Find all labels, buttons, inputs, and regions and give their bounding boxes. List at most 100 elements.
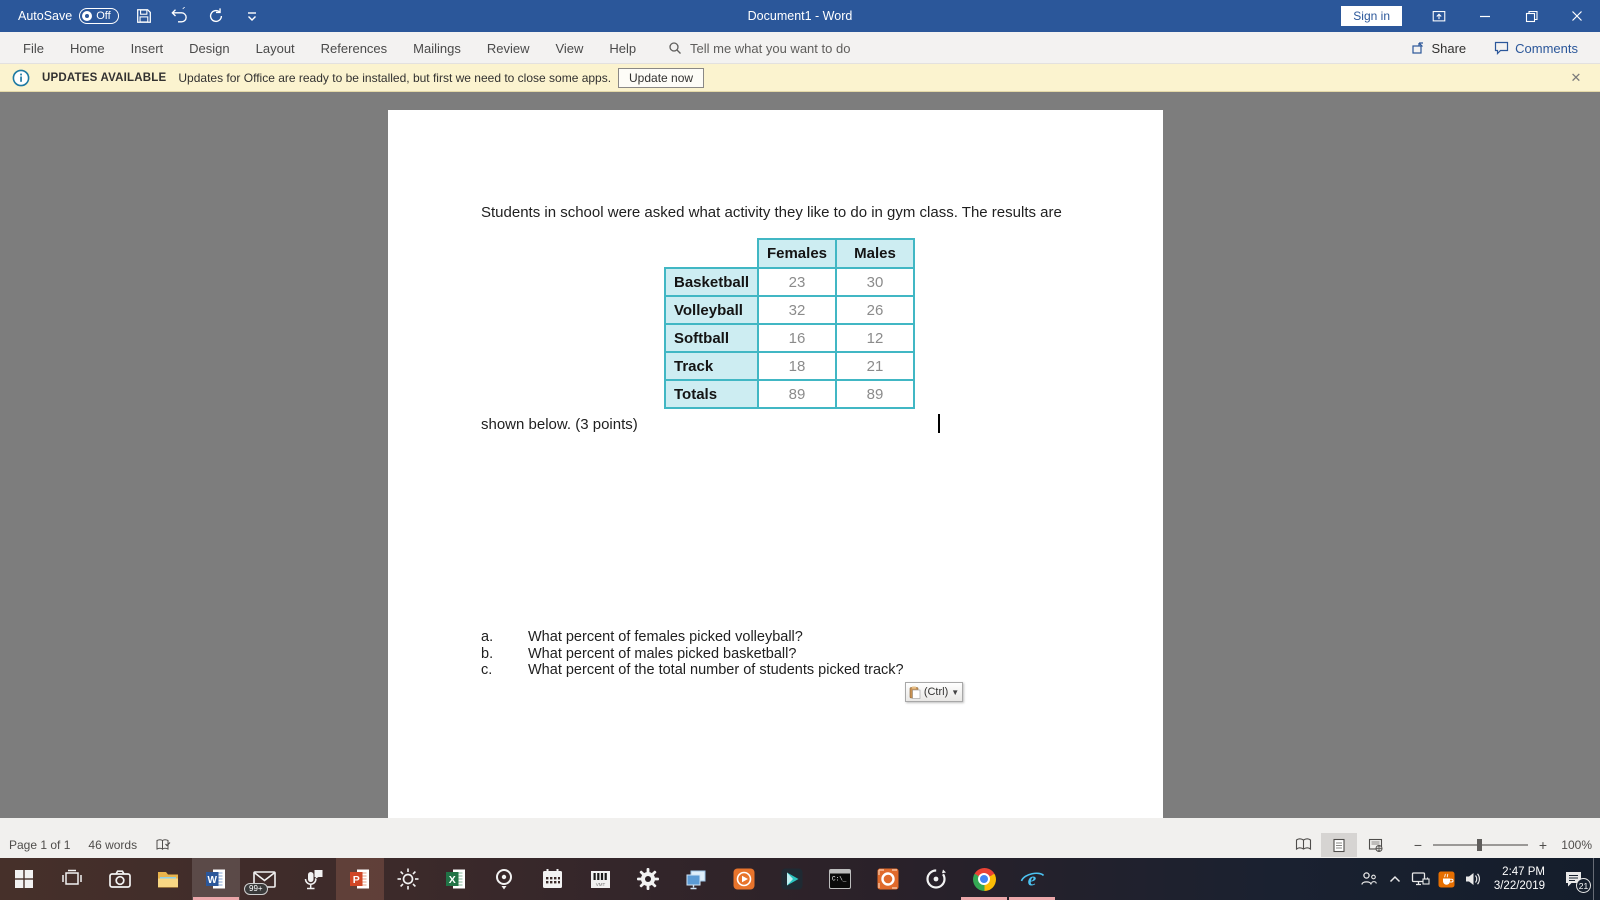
cell-value[interactable]: 89 (835, 379, 915, 409)
question-text[interactable]: What percent of males picked basketball? (528, 646, 796, 662)
results-table[interactable]: Females Males Basketball 23 30 Volleybal… (664, 238, 915, 409)
row-label-softball[interactable]: Softball (664, 323, 759, 353)
tab-mailings[interactable]: Mailings (400, 32, 474, 64)
tell-me-search[interactable]: Tell me what you want to do (668, 32, 850, 64)
taskbar-mail-button[interactable]: 99+ (240, 858, 288, 900)
taskbar-vmt-button[interactable]: VMT (576, 858, 624, 900)
taskbar-command-prompt-button[interactable]: C:\_ (816, 858, 864, 900)
cell-value[interactable]: 21 (835, 351, 915, 381)
tab-view[interactable]: View (542, 32, 596, 64)
cell-value[interactable]: 12 (835, 323, 915, 353)
paste-options-button[interactable]: (Ctrl) ▼ (905, 682, 963, 702)
question-text[interactable]: What percent of the total number of stud… (528, 662, 904, 678)
cell-value[interactable]: 16 (757, 323, 837, 353)
notification-close-icon[interactable]: ✕ (1562, 64, 1590, 92)
taskbar-screen-recorder-button[interactable] (864, 858, 912, 900)
taskbar-powerpoint-button[interactable]: P (336, 858, 384, 900)
questions-list[interactable]: a. What percent of females picked volley… (481, 629, 904, 679)
redo-button[interactable] (205, 4, 227, 28)
tray-clock[interactable]: 2:47 PM 3/22/2019 (1486, 865, 1553, 893)
taskbar-start-button[interactable] (0, 858, 48, 900)
row-label-volleyball[interactable]: Volleyball (664, 295, 759, 325)
question-letter[interactable]: a. (481, 629, 528, 645)
taskbar-settings-button[interactable] (624, 858, 672, 900)
tray-action-center-button[interactable]: 21 (1553, 858, 1593, 900)
taskbar-excel-button[interactable]: X (432, 858, 480, 900)
comments-button[interactable]: Comments (1482, 37, 1590, 60)
print-layout-button[interactable] (1321, 833, 1357, 857)
question-letter[interactable]: c. (481, 662, 528, 678)
zoom-slider[interactable] (1433, 839, 1528, 851)
taskbar-internet-explorer-button[interactable]: e (1008, 858, 1056, 900)
taskbar-remote-desktop-button[interactable] (672, 858, 720, 900)
undo-button[interactable] (169, 4, 191, 28)
cell-value[interactable]: 30 (835, 267, 915, 297)
taskbar-record-dial-button[interactable] (912, 858, 960, 900)
taskbar-weather-button[interactable] (384, 858, 432, 900)
row-label-basketball[interactable]: Basketball (664, 267, 759, 297)
tray-volume-button[interactable] (1460, 858, 1486, 900)
ribbon-display-options-button[interactable] (1416, 0, 1462, 32)
tray-hidden-icons-button[interactable] (1382, 858, 1408, 900)
sign-in-button[interactable]: Sign in (1341, 6, 1402, 26)
taskbar-task-view-button[interactable] (48, 858, 96, 900)
proofing-status-button[interactable] (146, 833, 180, 857)
document-canvas: Students in school were asked what activ… (0, 92, 1600, 818)
taskbar-calendar-button[interactable] (528, 858, 576, 900)
taskbar-word-button[interactable]: W (192, 858, 240, 900)
taskbar-camera-button[interactable] (96, 858, 144, 900)
taskbar-media-app-button[interactable] (768, 858, 816, 900)
document-page[interactable]: Students in school were asked what activ… (388, 110, 1163, 818)
web-layout-button[interactable] (1357, 833, 1393, 857)
powerpoint-icon: P (350, 869, 369, 889)
tab-home[interactable]: Home (57, 32, 118, 64)
minimize-button[interactable] (1462, 0, 1508, 32)
cell-value[interactable]: 89 (757, 379, 837, 409)
cell-value[interactable]: 18 (757, 351, 837, 381)
col-header-females[interactable]: Females (757, 238, 837, 269)
autosave-toggle[interactable]: AutoSave Off (18, 8, 119, 24)
continuation-paragraph[interactable]: shown below. (3 points) (481, 416, 638, 433)
taskbar-camera-lens-button[interactable] (480, 858, 528, 900)
tab-review[interactable]: Review (474, 32, 543, 64)
tray-network-button[interactable] (1408, 858, 1434, 900)
restore-button[interactable] (1508, 0, 1554, 32)
zoom-level[interactable]: 100% (1552, 838, 1592, 852)
tray-java-update-button[interactable] (1434, 858, 1460, 900)
tab-insert[interactable]: Insert (118, 32, 177, 64)
cell-value[interactable]: 23 (757, 267, 837, 297)
row-label-totals[interactable]: Totals (664, 379, 759, 409)
row-label-track[interactable]: Track (664, 351, 759, 381)
tab-file[interactable]: File (10, 32, 57, 64)
cell-value[interactable]: 26 (835, 295, 915, 325)
update-now-button[interactable]: Update now (618, 68, 705, 88)
customize-toolbar-icon (247, 12, 256, 21)
taskbar-file-explorer-button[interactable] (144, 858, 192, 900)
show-desktop-button[interactable] (1593, 858, 1600, 900)
tray-people-button[interactable] (1356, 858, 1382, 900)
zoom-in-button[interactable]: + (1534, 837, 1552, 853)
tab-help[interactable]: Help (596, 32, 649, 64)
taskbar-media-player-button[interactable] (720, 858, 768, 900)
page-indicator[interactable]: Page 1 of 1 (0, 833, 79, 857)
tab-references[interactable]: References (308, 32, 400, 64)
word-count[interactable]: 46 words (79, 833, 146, 857)
taskbar-microphone-button[interactable] (288, 858, 336, 900)
close-button[interactable] (1554, 0, 1600, 32)
col-header-males[interactable]: Males (835, 238, 915, 269)
screen-recorder-icon (877, 868, 899, 890)
question-text[interactable]: What percent of females picked volleybal… (528, 629, 803, 645)
read-mode-button[interactable] (1285, 833, 1321, 857)
tab-layout[interactable]: Layout (243, 32, 308, 64)
zoom-out-button[interactable]: − (1409, 837, 1427, 853)
taskbar-chrome-button[interactable] (960, 858, 1008, 900)
zoom-slider-handle[interactable] (1476, 839, 1482, 851)
save-button[interactable] (133, 4, 155, 28)
zoom-control: − + 100% (1409, 837, 1592, 853)
cell-value[interactable]: 32 (757, 295, 837, 325)
intro-paragraph[interactable]: Students in school were asked what activ… (481, 204, 1062, 221)
share-button[interactable]: Share (1399, 37, 1478, 60)
customize-quick-access-button[interactable] (241, 4, 263, 28)
question-letter[interactable]: b. (481, 646, 528, 662)
tab-design[interactable]: Design (176, 32, 242, 64)
